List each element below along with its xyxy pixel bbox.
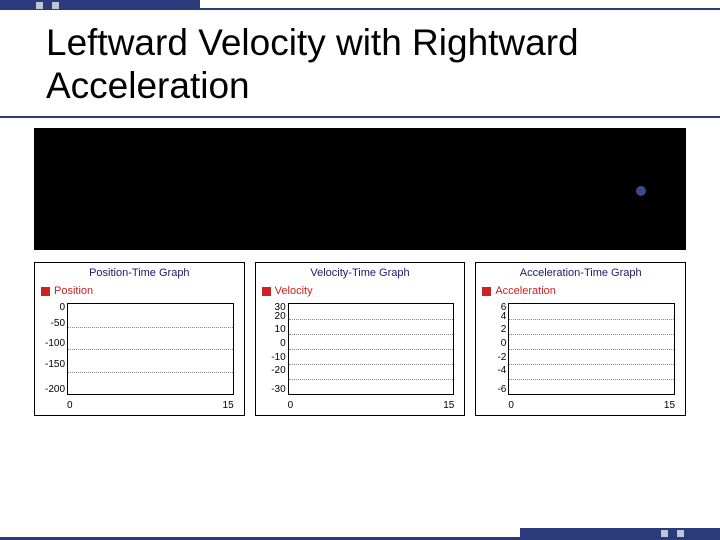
plot-area: 0 -50 -100 -150 -200 0 15 (67, 299, 234, 411)
plot-frame (67, 303, 234, 395)
gridline (68, 349, 233, 350)
slide-title: Leftward Velocity with Rightward Acceler… (46, 22, 720, 107)
ytick: -50 (39, 319, 65, 329)
gridline (289, 319, 454, 320)
object-marker-icon (636, 186, 646, 196)
velocity-time-chart: Velocity-Time Graph Velocity 30 20 10 0 … (255, 262, 466, 416)
gridline (289, 379, 454, 380)
position-time-chart: Position-Time Graph Position 0 -50 -100 … (34, 262, 245, 416)
xtick: 0 (67, 400, 73, 411)
gridline (68, 327, 233, 328)
deco-square-light-icon (661, 530, 668, 537)
plot-area: 6 4 2 0 -2 -4 -6 0 15 (508, 299, 675, 411)
ytick: -200 (39, 385, 65, 395)
gridline (289, 334, 454, 335)
ytick: 20 (260, 312, 286, 322)
gridline (289, 349, 454, 350)
ytick: -6 (480, 385, 506, 395)
chart-title: Position-Time Graph (41, 267, 238, 279)
gridline (509, 379, 674, 380)
x-axis-ticks: 0 15 (508, 400, 675, 411)
ytick: 0 (39, 303, 65, 313)
plot-frame (288, 303, 455, 395)
ytick: -10 (260, 353, 286, 363)
gridline (68, 372, 233, 373)
ytick: 2 (480, 325, 506, 335)
gridline (509, 334, 674, 335)
ytick: -4 (480, 366, 506, 376)
y-axis-ticks: 0 -50 -100 -150 -200 (39, 303, 65, 395)
gridline (509, 319, 674, 320)
legend-swatch-icon (41, 287, 50, 296)
deco-square-icon (44, 2, 51, 9)
x-axis-ticks: 0 15 (67, 400, 234, 411)
deco-square-light-icon (36, 2, 43, 9)
plot-area: 30 20 10 0 -10 -20 -30 0 15 (288, 299, 455, 411)
deco-square-icon (669, 530, 676, 537)
legend-label: Velocity (275, 285, 313, 297)
ytick: 10 (260, 325, 286, 335)
gridline (509, 364, 674, 365)
xtick: 15 (223, 400, 234, 411)
deco-square-icon (685, 530, 692, 537)
deco-square-light-icon (677, 530, 684, 537)
legend: Position (41, 285, 238, 297)
chart-title: Acceleration-Time Graph (482, 267, 679, 279)
deco-square-light-icon (52, 2, 59, 9)
legend-label: Acceleration (495, 285, 556, 297)
plot-frame (508, 303, 675, 395)
gridline (289, 364, 454, 365)
xtick: 0 (508, 400, 514, 411)
ytick: 0 (480, 339, 506, 349)
xtick: 15 (664, 400, 675, 411)
animation-track (34, 128, 686, 250)
x-axis-ticks: 0 15 (288, 400, 455, 411)
ytick: -150 (39, 360, 65, 370)
legend-swatch-icon (482, 287, 491, 296)
ytick: -20 (260, 366, 286, 376)
ytick: 4 (480, 312, 506, 322)
xtick: 0 (288, 400, 294, 411)
top-underline (0, 8, 720, 10)
ytick: -100 (39, 339, 65, 349)
acceleration-time-chart: Acceleration-Time Graph Acceleration 6 4… (475, 262, 686, 416)
y-axis-ticks: 30 20 10 0 -10 -20 -30 (260, 303, 286, 395)
y-axis-ticks: 6 4 2 0 -2 -4 -6 (480, 303, 506, 395)
title-underline (0, 116, 720, 118)
ytick: -2 (480, 353, 506, 363)
ytick: 0 (260, 339, 286, 349)
ytick: -30 (260, 385, 286, 395)
legend-label: Position (54, 285, 93, 297)
legend: Velocity (262, 285, 459, 297)
gridline (509, 349, 674, 350)
chart-title: Velocity-Time Graph (262, 267, 459, 279)
xtick: 15 (443, 400, 454, 411)
deco-square-icon (28, 2, 35, 9)
charts-row: Position-Time Graph Position 0 -50 -100 … (34, 262, 686, 416)
legend: Acceleration (482, 285, 679, 297)
legend-swatch-icon (262, 287, 271, 296)
